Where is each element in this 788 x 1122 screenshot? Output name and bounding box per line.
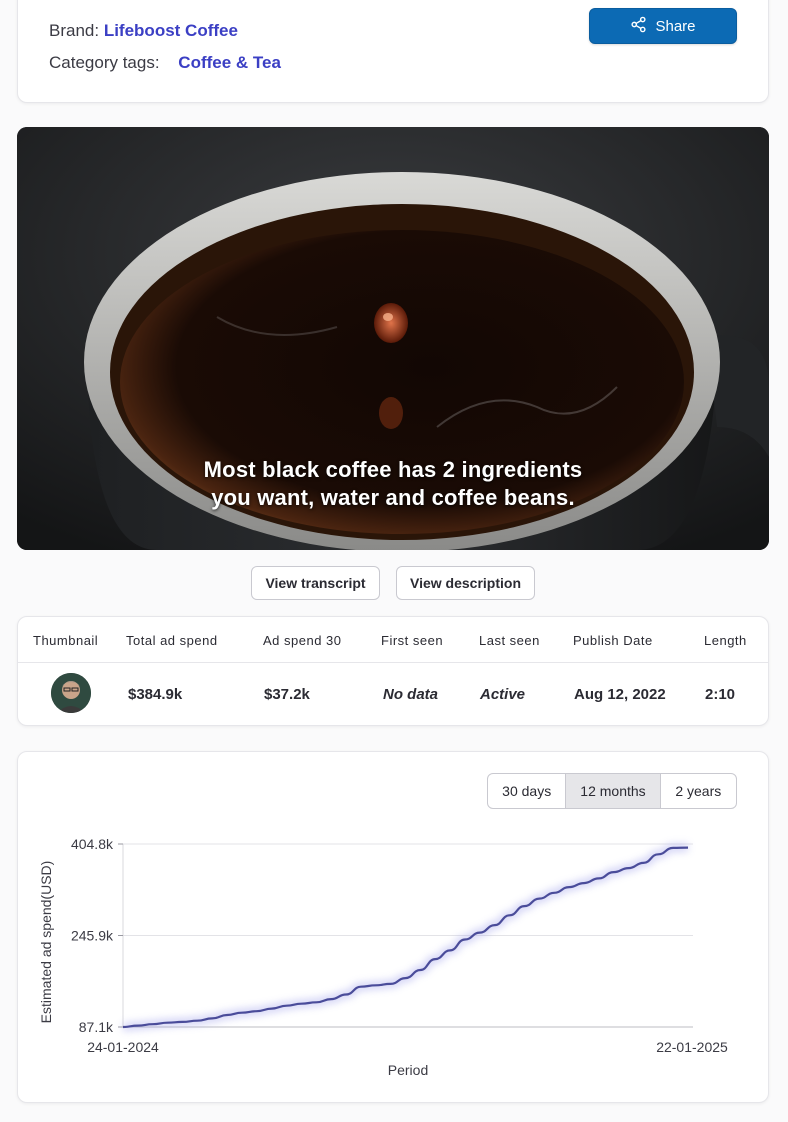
ad-spend-chart-card: 30 days 12 months 2 years 87.1k 245.9k 404… — [17, 751, 769, 1103]
first-seen-value: No data — [383, 686, 439, 703]
column-header-ad-spend-30: Ad spend 30 — [263, 633, 342, 648]
table-header: Thumbnail Total ad spend Ad spend 30 Fir… — [18, 617, 768, 663]
publish-date-value: Aug 12, 2022 — [574, 686, 666, 703]
share-label: Share — [655, 17, 696, 35]
video-caption-line-1: Most black coffee has 2 ingredients — [203, 457, 583, 482]
category-label: Category tags: — [49, 53, 160, 72]
x-tick-label-start: 24-01-2024 — [87, 1039, 159, 1055]
column-header-length: Length — [704, 633, 747, 648]
share-icon — [630, 16, 647, 37]
ad-spend-line-chart: 87.1k245.9k404.8k 24-01-2024 22-01-2025 … — [38, 836, 728, 1078]
brand-link[interactable]: Lifeboost Coffee — [104, 21, 238, 40]
y-tick-label: 245.9k — [71, 928, 114, 944]
ad-spend-30-value: $37.2k — [264, 686, 310, 703]
y-axis-label: Estimated ad spend(USD) — [38, 861, 54, 1024]
video-caption-line-2: you want, water and coffee beans. — [211, 485, 575, 510]
brand-label: Brand: — [49, 21, 100, 40]
brand-row: Brand: Lifeboost Coffee — [49, 21, 238, 41]
share-button[interactable]: Share — [589, 8, 737, 44]
y-tick-label: 87.1k — [79, 1019, 114, 1035]
last-seen-value: Active — [480, 686, 526, 703]
ad-video-player[interactable]: Most black coffee has 2 ingredients you … — [17, 127, 769, 550]
total-ad-spend-value: $384.9k — [128, 686, 183, 703]
y-tick-label: 404.8k — [71, 836, 114, 852]
column-header-total-ad-spend: Total ad spend — [126, 633, 218, 648]
ad-stats-table: Thumbnail Total ad spend Ad spend 30 Fir… — [17, 616, 769, 726]
category-tag-link[interactable]: Coffee & Tea — [178, 53, 281, 72]
column-header-publish-date: Publish Date — [573, 633, 653, 648]
series-line-glow — [122, 843, 689, 1031]
view-description-button[interactable]: View description — [396, 566, 535, 600]
column-header-last-seen: Last seen — [479, 633, 540, 648]
thumbnail-avatar[interactable] — [51, 673, 91, 713]
brand-card: Brand: Lifeboost Coffee Category tags: C… — [17, 0, 769, 103]
view-transcript-button[interactable]: View transcript — [251, 566, 380, 600]
x-tick-label-end: 22-01-2025 — [656, 1039, 728, 1055]
length-value: 2:10 — [705, 686, 736, 703]
column-header-first-seen: First seen — [381, 633, 444, 648]
category-row: Category tags: Coffee & Tea — [49, 53, 281, 73]
x-axis-label: Period — [388, 1062, 428, 1078]
column-header-thumbnail: Thumbnail — [33, 633, 99, 648]
